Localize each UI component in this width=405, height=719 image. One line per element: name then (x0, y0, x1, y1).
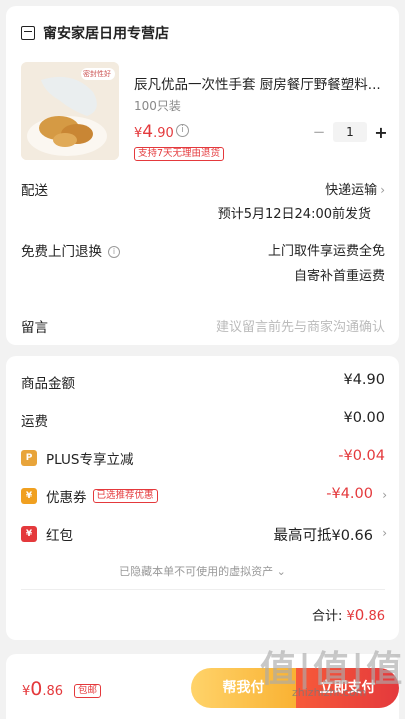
coupon-recommend-badge: 已选推荐优惠 (92, 489, 158, 503)
shop-header[interactable]: 甯安家居日用专营店 (21, 23, 169, 43)
order-total: 合计: ¥0.86 (312, 605, 385, 624)
delivery-estimate: 预计5月12日24:00前发货 (217, 207, 371, 222)
total-decimal: .86 (364, 609, 385, 624)
message-input[interactable]: 建议留言前先与商家沟通确认 (216, 316, 385, 335)
chevron-right-icon[interactable]: › (382, 526, 387, 540)
quantity-plus-button[interactable]: + (373, 123, 389, 142)
plus-member-icon: P (21, 450, 37, 466)
image-badge-text: 密封性好 (83, 70, 111, 78)
coupon-label: 优惠券 (46, 490, 87, 506)
plus-discount-row: P PLUS专享立减 (21, 448, 133, 468)
shop-icon (21, 26, 35, 40)
info-icon[interactable]: i (108, 246, 120, 258)
quantity-minus-button[interactable]: − (311, 123, 327, 141)
product-price: ¥4.90 (134, 122, 174, 142)
hidden-assets-text: 已隐藏本单不可使用的虚拟资产 (119, 565, 274, 578)
return-policy-badge: 支持7天无理由退货 (134, 147, 225, 161)
shipping-fee-label: 运费 (21, 414, 48, 430)
return-service-line2: 自寄补首重运费 (293, 269, 385, 284)
shipping-fee-value: ¥0.00 (343, 410, 385, 426)
checkout-price: ¥0.86 (22, 678, 63, 700)
price-decimal: .90 (153, 126, 174, 141)
total-symbol: ¥ (346, 609, 355, 624)
plus-discount-label: PLUS专享立减 (46, 452, 134, 468)
divider (21, 589, 385, 590)
chevron-right-icon: › (380, 183, 385, 197)
order-item-card: 甯安家居日用专营店 密封性好 辰凡优品一次性手套 厨房餐厅野餐塑料... 100… (6, 6, 399, 345)
chevron-right-icon[interactable]: › (382, 488, 387, 502)
redpack-row[interactable]: ¥ 红包 (21, 524, 73, 544)
goods-amount-label: 商品金额 (21, 376, 75, 392)
redpack-value[interactable]: 最高可抵¥0.66 (273, 524, 373, 545)
price-info-icon[interactable]: i (176, 124, 189, 137)
plus-discount-value: -¥0.04 (338, 448, 385, 464)
product-title[interactable]: 辰凡优品一次性手套 厨房餐厅野餐塑料... (134, 73, 389, 93)
price-main: 4 (142, 122, 154, 142)
quantity-stepper: − 1 + (311, 122, 389, 142)
return-service-text: 免费上门退换 (21, 244, 102, 260)
delivery-label: 配送 (21, 183, 48, 199)
goods-amount-value: ¥4.90 (343, 372, 385, 388)
coupon-row[interactable]: ¥ 优惠券 已选推荐优惠 (21, 486, 158, 506)
watermark-url: zhizhizhi.com (292, 686, 367, 699)
hidden-assets-toggle[interactable]: 已隐藏本单不可使用的虚拟资产 ⌄ (6, 563, 399, 579)
redpack-label: 红包 (46, 528, 73, 544)
red-packet-icon: ¥ (21, 526, 37, 542)
quantity-input[interactable]: 1 (333, 122, 367, 142)
watermark-logo: 值|值|值 (260, 648, 405, 690)
free-shipping-badge: 包邮 (74, 684, 102, 698)
delivery-method-text: 快递运输 (325, 183, 378, 198)
return-service-label[interactable]: 免费上门退换 i (21, 240, 120, 260)
message-label: 留言 (21, 320, 48, 336)
delivery-method[interactable]: 快递运输 › (325, 179, 385, 198)
checkout-price-main: 0 (30, 678, 43, 700)
checkout-price-decimal: .86 (42, 684, 64, 699)
total-main: 0 (354, 606, 365, 624)
shop-name[interactable]: 甯安家居日用专营店 (43, 23, 169, 43)
cost-summary-card: 商品金额 ¥4.90 运费 ¥0.00 P PLUS专享立减 -¥0.04 ¥ … (6, 356, 399, 640)
coupon-value[interactable]: -¥4.00 (326, 486, 373, 502)
product-spec[interactable]: 100只装 (134, 97, 181, 114)
total-label: 合计: (311, 609, 343, 624)
product-image[interactable]: 密封性好 (21, 62, 119, 160)
return-service-line1: 上门取件享运费全免 (267, 244, 385, 259)
coupon-icon: ¥ (21, 488, 37, 504)
chevron-down-icon: ⌄ (276, 565, 286, 578)
